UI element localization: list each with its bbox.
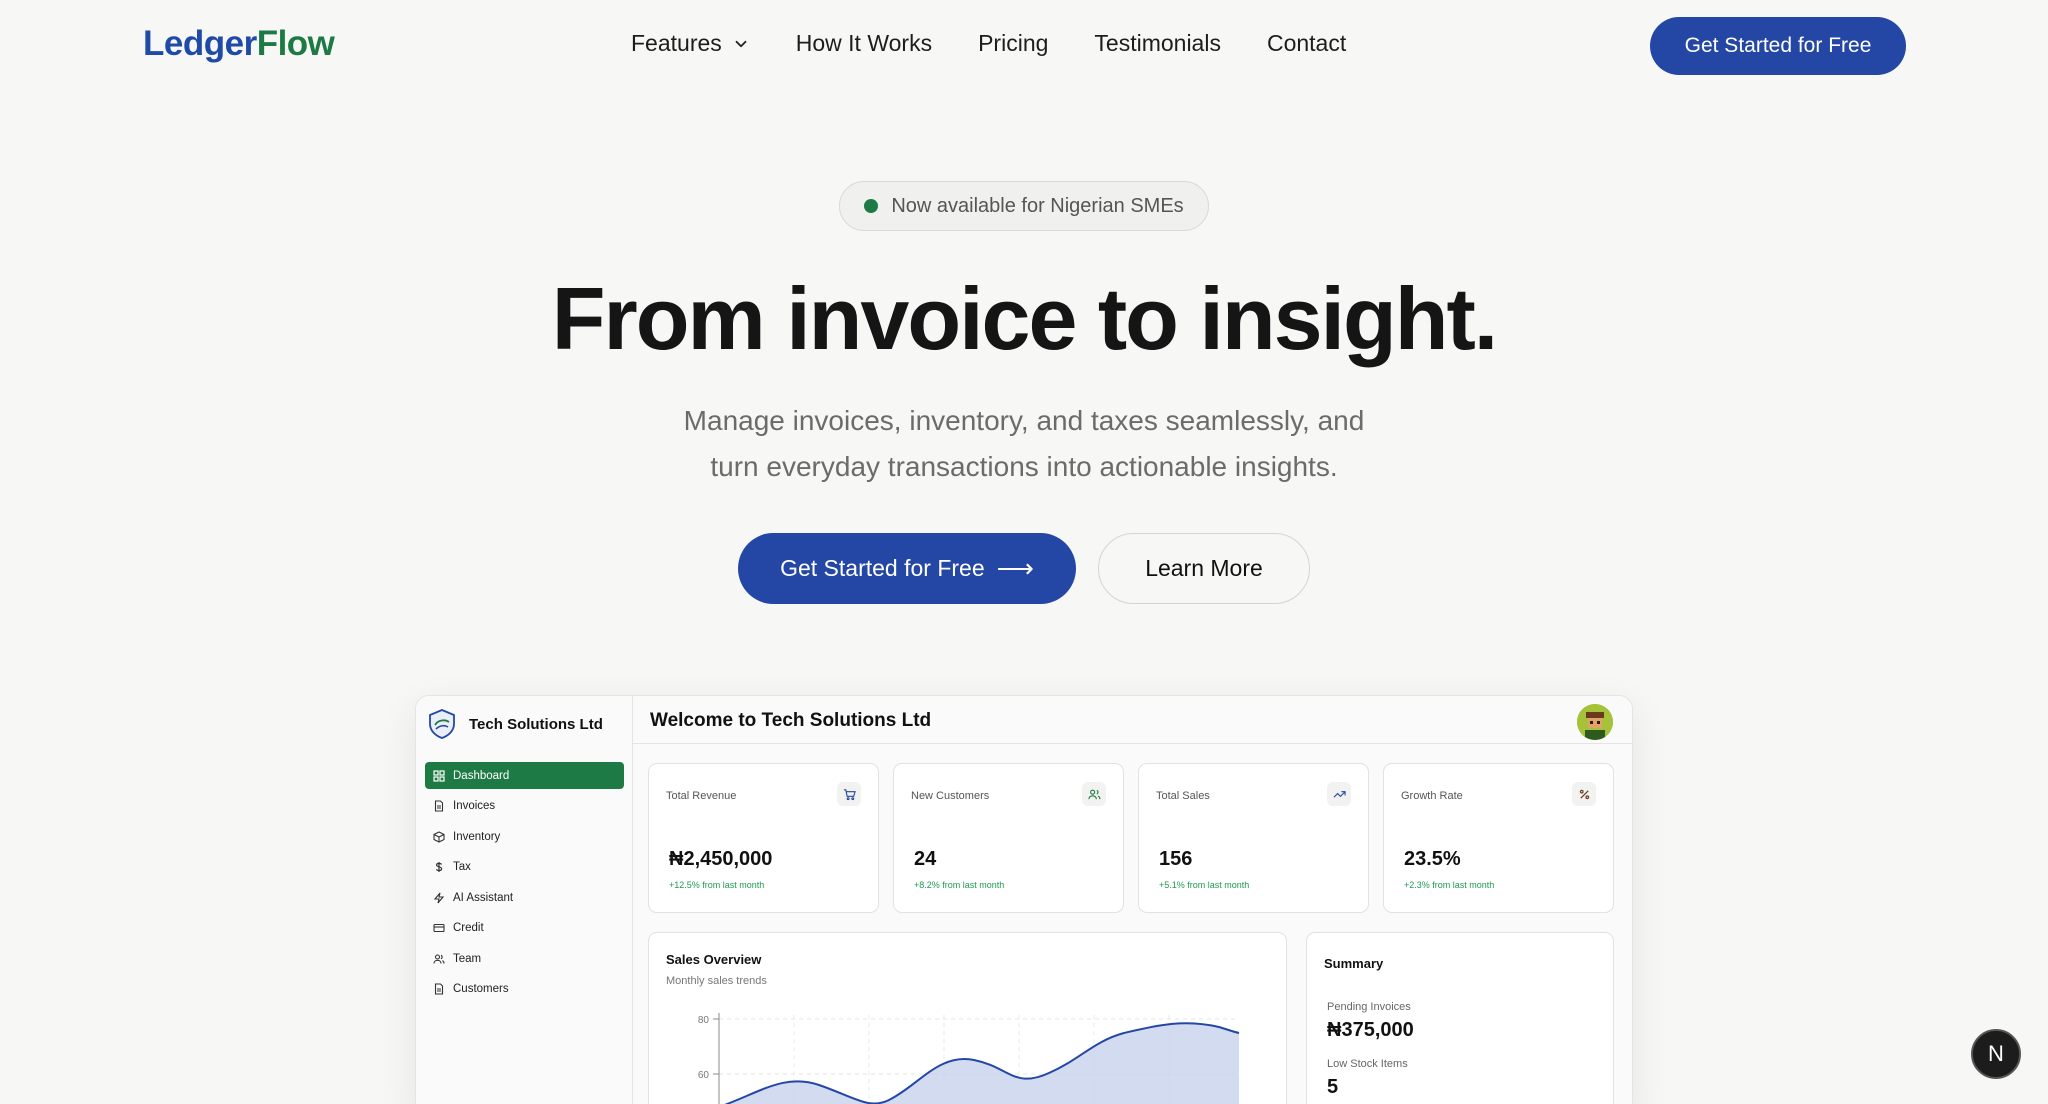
sidebar-item-label: Invoices [453,800,496,812]
y-tick-80: 80 [698,1015,710,1026]
nav-features-label: Features [631,30,722,56]
nav-contact[interactable]: Contact [1267,30,1346,57]
stat-delta: +5.1% from last month [1159,880,1250,890]
stat-label: Total Sales [1156,790,1210,802]
users-icon [1082,782,1106,806]
sidebar-item-label: AI Assistant [453,891,514,904]
sidebar-item-label: Inventory [453,830,501,843]
availability-badge: Now available for Nigerian SMEs [839,181,1209,231]
grid-icon [433,769,445,782]
sales-overview-subtitle: Monthly sales trends [666,975,767,987]
card-icon [433,923,445,933]
chevron-down-icon [735,40,747,47]
nav-features[interactable]: Features [631,30,750,57]
status-dot [864,199,879,213]
user-avatar-icon [1577,704,1613,740]
cart-icon [837,782,861,806]
dashboard-preview: Tech Solutions Ltd Dashboard Invoices In… [415,695,1633,1104]
nav-how-it-works[interactable]: How It Works [796,30,932,57]
hero-title: From invoice to insight. [551,269,1499,368]
pending-invoices-label: Pending Invoices [1327,1001,1411,1013]
dollar-icon [435,862,443,872]
sidebar-item-label: Dashboard [453,769,510,782]
sidebar-item-invoices[interactable]: Invoices [425,793,624,820]
logo[interactable]: LedgerFlow [143,24,335,64]
dashboard-header: Welcome to Tech Solutions Ltd [633,696,1632,744]
file-icon [434,983,444,995]
low-stock-value: 5 [1327,1076,1339,1098]
sidebar-menu: Dashboard Invoices Inventory Tax AI Assi… [425,762,624,1006]
org-name: Tech Solutions Ltd [469,715,603,733]
hero-subtitle-line2: turn everyday transactions into actionab… [710,451,1338,482]
get-started-nav-button[interactable]: Get Started for Free [1650,17,1906,75]
badge-text: Now available for Nigerian SMEs [891,194,1184,217]
arrow-right-icon: ⟶ [996,553,1034,583]
sidebar-item-label: Team [453,952,482,965]
logo-part-ledger: Ledger [143,24,257,63]
sidebar-item-label: Credit [453,922,484,934]
pending-invoices-value: ₦375,000 [1327,1019,1414,1041]
y-tick-60: 60 [698,1070,710,1081]
summary-title: Summary [1324,956,1384,971]
sidebar-item-credit[interactable]: Credit [425,915,624,942]
get-started-hero-label: Get Started for Free [780,555,985,581]
summary-card: Summary Pending Invoices ₦375,000 Low St… [1306,932,1614,1104]
low-stock-label: Low Stock Items [1327,1058,1408,1070]
stat-delta: +12.5% from last month [669,880,765,890]
stat-label: Total Revenue [666,790,737,802]
dashboard-sidebar: Tech Solutions Ltd Dashboard Invoices In… [416,696,633,1104]
sidebar-item-tax[interactable]: Tax [425,854,624,881]
stat-value: 24 [914,848,937,870]
stat-delta: +2.3% from last month [1404,880,1495,890]
learn-more-button[interactable]: Learn More [1098,533,1310,604]
stat-card-new-customers: New Customers 24 +8.2% from last month [893,763,1124,913]
sidebar-item-ai-assistant[interactable]: AI Assistant [425,884,624,911]
stat-value: ₦2,450,000 [669,848,773,870]
bolt-icon [433,892,445,903]
avatar[interactable] [1577,704,1613,740]
sidebar-item-label: Customers [453,983,509,995]
sidebar-item-team[interactable]: Team [425,945,624,972]
sidebar-item-label: Tax [453,861,471,873]
nav-testimonials[interactable]: Testimonials [1094,30,1221,57]
nav-menu: Features How It Works Pricing Testimonia… [631,30,1392,57]
stat-label: Growth Rate [1401,790,1463,802]
stat-delta: +8.2% from last month [914,880,1005,890]
percent-icon [1572,782,1596,806]
logo-part-flow: Flow [256,24,335,63]
users-icon [433,953,445,964]
file-icon [434,800,444,812]
sidebar-item-customers[interactable]: Customers [425,976,624,1003]
nextjs-dev-badge[interactable]: N [1971,1029,2021,1079]
nav-pricing[interactable]: Pricing [978,30,1048,57]
get-started-hero-button[interactable]: Get Started for Free ⟶ [738,533,1076,604]
sales-overview-title: Sales Overview [666,952,762,967]
stat-value: 23.5% [1404,848,1461,870]
sales-chart: 80 60 [698,1013,1240,1104]
hero-subtitle: Manage invoices, inventory, and taxes se… [624,398,1424,490]
top-navbar: LedgerFlow Features How It Works Pricing… [0,0,2048,92]
hero-subtitle-line1: Manage invoices, inventory, and taxes se… [683,405,1365,436]
welcome-title: Welcome to Tech Solutions Ltd [650,710,932,731]
stat-label: New Customers [911,790,990,802]
box-icon [433,830,445,843]
stat-value: 156 [1159,848,1193,870]
sidebar-item-dashboard[interactable]: Dashboard [425,762,624,789]
stat-card-total-sales: Total Sales 156 +5.1% from last month [1138,763,1369,913]
sales-overview-card: Sales Overview Monthly sales trends 80 6… [648,932,1287,1104]
stat-card-total-revenue: Total Revenue ₦2,450,000 +12.5% from las… [648,763,879,913]
stat-card-growth-rate: Growth Rate 23.5% +2.3% from last month [1383,763,1614,913]
shield-logo-icon [429,709,455,739]
trend-icon [1327,782,1351,806]
sales-area [727,1023,1239,1104]
sidebar-item-inventory[interactable]: Inventory [425,823,624,850]
org-header[interactable]: Tech Solutions Ltd [427,706,603,742]
